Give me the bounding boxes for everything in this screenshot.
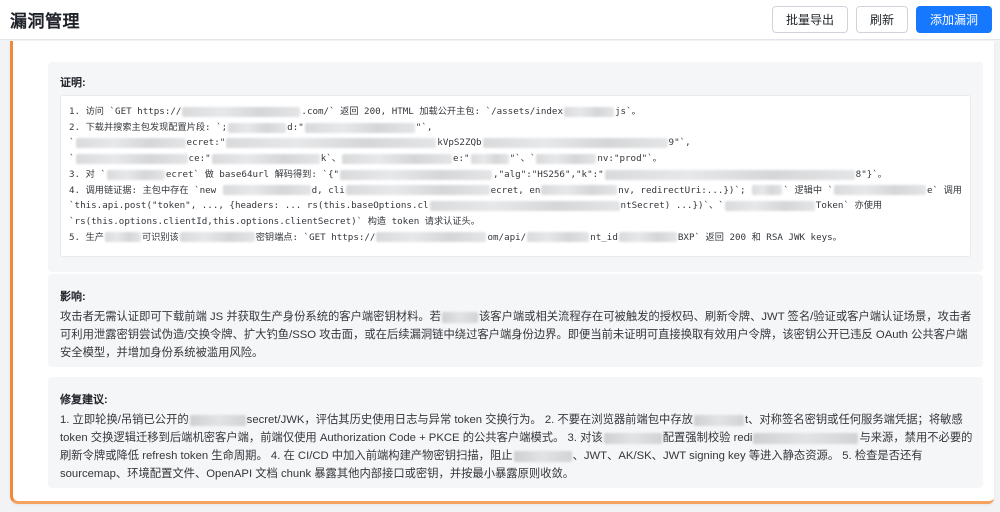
proof-line: 4. 调用链证据: 主包中存在 `new d, cli ecret, en nv, … [69, 183, 962, 199]
proof-text: d:" [287, 121, 304, 133]
redacted-text [106, 169, 165, 180]
proof-text: ,"alg":"HS256","k":" [493, 168, 604, 180]
page-title: 漏洞管理 [10, 12, 80, 31]
vulnerability-detail-card: 证明: 1. 访问 `GET https:// .com/` 返回 200, HT… [10, 41, 994, 504]
proof-text: k`、 [320, 153, 341, 165]
redacted-text [482, 138, 668, 149]
fix-section: 修复建议: 1. 立即轮换/吊销已公开的 secret/JWK，评估其历史使用日志… [48, 377, 983, 488]
redacted-text [470, 153, 509, 164]
redacted-text [304, 122, 415, 133]
proof-text: e` 调用 [927, 184, 962, 196]
proof-text: ntSecret) ...})`、` [620, 200, 724, 212]
export-button[interactable]: 批量导出 [771, 6, 848, 33]
proof-text: "`, [415, 121, 433, 133]
redacted-text [541, 185, 618, 196]
redacted-text [513, 450, 572, 462]
redacted-text [441, 311, 478, 323]
redacted-text [618, 232, 677, 243]
redacted-text [75, 138, 186, 149]
proof-text: ecret, en [490, 184, 541, 196]
proof-title: 证明: [60, 77, 86, 89]
proof-text: om/api/ [487, 231, 527, 243]
redacted-text [179, 232, 255, 243]
redacted-text [228, 122, 287, 133]
proof-text: ecret` 做 base64url 解码得到: `{" [165, 168, 340, 180]
fix-title: 修复建议: [60, 394, 108, 406]
proof-text: 5. 生产 [69, 231, 104, 243]
fix-text-part: secret/JWK，评估其历史使用日志与异常 token 交换行为。 2. 不… [246, 414, 693, 426]
redacted-text [376, 232, 487, 243]
redacted-text [753, 432, 859, 444]
proof-line: `this.api.post("token", ..., {headers: .… [69, 198, 962, 214]
proof-text: ecret:" [186, 137, 226, 149]
redacted-text [345, 185, 490, 196]
proof-text: nt_id [590, 231, 618, 243]
proof-text: 4. 调用链证据: 主包中存在 `new [69, 184, 222, 196]
proof-text: ` [69, 153, 75, 165]
proof-text: .com/` 返回 200, HTML 加载公开主包: `/assets/ind… [301, 106, 563, 117]
proof-text: 9"`, [668, 137, 691, 149]
redacted-text [527, 232, 590, 243]
redacted-text [429, 201, 620, 212]
header-actions: 批量导出 刷新 添加漏洞 [771, 6, 992, 33]
proof-text: 可识别该 [141, 231, 179, 243]
proof-text: nv, redirectUri:...})`; [618, 184, 752, 196]
impact-section: 影响: 攻击者无需认证即可下载前端 JS 并获取生产身份系统的客户端密钥材料。若… [48, 274, 983, 367]
refresh-button[interactable]: 刷新 [855, 6, 908, 33]
proof-text: 3. 对 ` [69, 168, 106, 180]
proof-code-block: 1. 访问 `GET https:// .com/` 返回 200, HTML 加… [60, 95, 971, 257]
redacted-text [104, 232, 141, 243]
proof-text: e:" [452, 153, 470, 165]
proof-line: ` ce:" k`、 e:" "`、` nv:"prod"`。 [69, 151, 962, 167]
proof-text: Token` 亦使用 [815, 200, 883, 212]
top-bar: 漏洞管理 批量导出 刷新 添加漏洞 [0, 0, 1000, 40]
fix-text: 1. 立即轮换/吊销已公开的 secret/JWK，评估其历史使用日志与异常 to… [60, 411, 974, 483]
proof-line: ` ecret:" kVpS2ZQb 9"`, [69, 135, 962, 151]
proof-text: kVpS2ZQb [437, 137, 482, 149]
redacted-text [536, 153, 597, 164]
redacted-text [182, 106, 301, 117]
proof-text: `rs(this.options.clientId,this.options.c… [69, 215, 480, 227]
proof-text: ce:" [188, 153, 211, 165]
proof-text: ` 逻辑中 ` [783, 184, 834, 196]
redacted-text [211, 153, 320, 164]
fix-text-part: 配置强制校验 redi [662, 432, 753, 444]
impact-text-part: 攻击者无需认证即可下载前端 JS 并获取生产身份系统的客户端密钥材料。若 [60, 311, 441, 323]
proof-line: 2. 下载并搜索主包发现配置片段: `; d:" "`, [69, 120, 962, 136]
proof-text: 密钥端点: `GET https:// [255, 231, 376, 243]
redacted-text [340, 169, 493, 180]
proof-text: BXP` 返回 200 和 RSA JWK keys。 [677, 231, 842, 243]
proof-line: `rs(this.options.clientId,this.options.c… [69, 214, 962, 230]
proof-line: 3. 对 ` ecret` 做 base64url 解码得到: `{" ,"alg"… [69, 167, 962, 183]
redacted-text [603, 432, 662, 444]
proof-text: js`。 [615, 106, 641, 117]
redacted-text [341, 153, 452, 164]
redacted-text [752, 185, 783, 196]
add-vulnerability-button[interactable]: 添加漏洞 [915, 6, 992, 33]
redacted-text [222, 185, 311, 196]
redacted-text [564, 106, 614, 117]
proof-text: 8"}`。 [855, 168, 887, 180]
proof-text: ` [69, 137, 75, 149]
proof-line: 5. 生产 可识别该 密钥端点: `GET https:// om/api/nt_id… [69, 230, 962, 246]
redacted-text [604, 169, 855, 180]
proof-text: 1. 访问 `GET https:// [69, 106, 182, 117]
proof-line: 1. 访问 `GET https:// .com/` 返回 200, HTML 加… [69, 104, 962, 120]
impact-text: 攻击者无需认证即可下载前端 JS 并获取生产身份系统的客户端密钥材料。若 该客户端… [60, 308, 974, 362]
redacted-text [724, 201, 815, 212]
redacted-text [226, 138, 437, 149]
proof-text: 2. 下载并搜索主包发现配置片段: `; [69, 121, 228, 133]
redacted-text [693, 414, 744, 426]
proof-text: nv:"prod"`。 [597, 153, 662, 165]
impact-title: 影响: [60, 291, 86, 303]
proof-text: `this.api.post("token", ..., {headers: .… [69, 200, 429, 212]
redacted-text [834, 185, 926, 196]
fix-text-part: 1. 立即轮换/吊销已公开的 [60, 414, 189, 426]
redacted-text [75, 153, 188, 164]
proof-section: 证明: 1. 访问 `GET https:// .com/` 返回 200, HT… [48, 62, 983, 272]
proof-text: "`、` [509, 153, 536, 165]
proof-text: d, cli [311, 184, 345, 196]
redacted-text [189, 414, 246, 426]
